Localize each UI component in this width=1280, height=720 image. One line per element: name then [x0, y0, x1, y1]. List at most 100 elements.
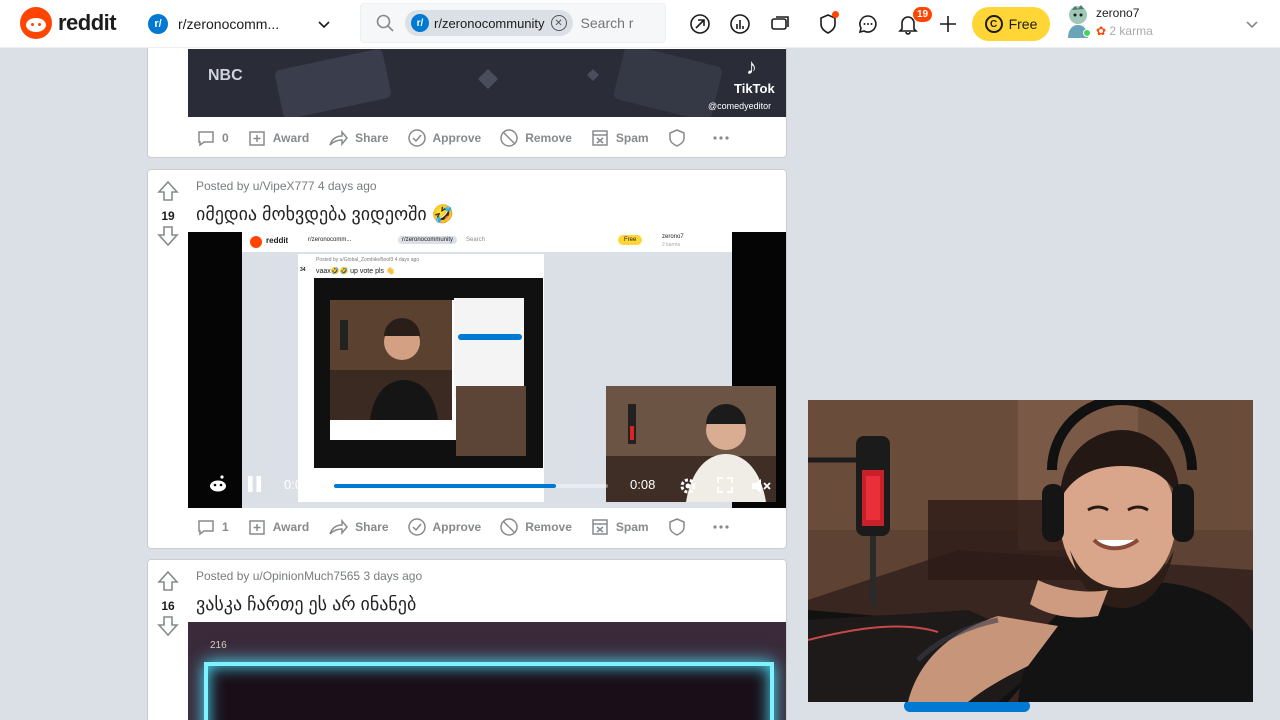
reddit-home-link[interactable]: reddit	[20, 7, 117, 39]
spam-label: Spam	[615, 520, 649, 534]
post-video-thumbnail[interactable]: NBC ♪ TikTok @comedyeditor	[188, 49, 786, 117]
video-duration: 0:08	[630, 477, 656, 492]
video-progress-bar[interactable]	[334, 484, 608, 488]
karma-count: ✿ 2 karma	[1096, 24, 1153, 38]
comment-icon	[198, 131, 214, 147]
post-actions: 1 Award Share Approve Remove Spam	[196, 511, 755, 543]
spam-icon	[592, 519, 608, 535]
more-dots-icon	[712, 525, 729, 529]
approve-button[interactable]: Approve	[407, 128, 481, 148]
video-current-time: 0:06	[284, 477, 310, 492]
free-premium-button[interactable]: C Free	[972, 7, 1050, 41]
award-button[interactable]: Award	[247, 128, 309, 148]
create-post-plus-icon[interactable]	[936, 12, 960, 36]
search-bar[interactable]: r/ r/zeronocommunity ✕	[360, 3, 666, 43]
post-title[interactable]: იმედია მოხვდება ვიდეოში 🤣	[196, 204, 454, 225]
upvote-arrow-icon[interactable]	[156, 180, 180, 202]
karma-label: 2 karma	[1109, 24, 1153, 38]
more-dots-icon	[712, 136, 729, 140]
video-background-graphic	[275, 49, 723, 117]
volume-muted-icon[interactable]	[750, 476, 772, 496]
embedded-post-title: vaax🤣🤣 up vote pls 👋	[316, 268, 395, 275]
spam-label: Spam	[615, 131, 649, 145]
comments-button[interactable]: 1	[196, 517, 229, 537]
spam-icon	[592, 130, 608, 146]
remove-button[interactable]: Remove	[499, 517, 572, 537]
mod-tools-button[interactable]	[667, 128, 693, 148]
notification-count-badge: 19	[913, 7, 933, 22]
embedded-search: Search	[466, 237, 486, 243]
all-chart-icon[interactable]	[728, 12, 752, 36]
community-name: r/zeronocomm...	[178, 16, 280, 32]
share-arrow-icon	[329, 518, 349, 536]
approve-check-icon	[407, 518, 426, 536]
more-options-button[interactable]	[711, 128, 737, 148]
embedded-username: zerono7	[662, 234, 684, 240]
share-button[interactable]: Share	[327, 128, 389, 148]
vote-column: 16	[156, 570, 180, 642]
reddit-wordmark: reddit	[58, 10, 117, 35]
share-label: Share	[355, 131, 389, 145]
coins-icon[interactable]	[768, 12, 792, 36]
spam-button[interactable]: Spam	[590, 128, 649, 148]
vote-column: 19	[156, 180, 180, 252]
award-label: Award	[272, 520, 310, 534]
comment-count: 1	[222, 520, 229, 534]
share-label: Share	[355, 520, 389, 534]
streamer-webcam-overlay	[808, 400, 1253, 702]
embedded-logo-text: reddit	[266, 236, 289, 245]
tiktok-logo-icon: ♪	[746, 54, 757, 79]
embedded-screen-recording: reddit r/zeronocomm... r/zeronocommunity…	[242, 232, 776, 508]
post-video-thumbnail[interactable]: 216	[188, 622, 786, 720]
chat-icon[interactable]	[856, 12, 880, 36]
community-switcher[interactable]: r/ r/zeronocomm...	[140, 8, 340, 40]
search-input[interactable]	[580, 15, 641, 31]
search-icon	[376, 14, 394, 32]
user-menu[interactable]: zerono7 ✿ 2 karma	[1064, 4, 1264, 44]
award-button[interactable]: Award	[247, 517, 309, 537]
remove-label: Remove	[525, 520, 572, 534]
chevron-down-icon	[318, 21, 330, 29]
post-meta[interactable]: Posted by u/OpinionMuch7565 3 days ago	[196, 569, 422, 583]
share-button[interactable]: Share	[327, 517, 389, 537]
award-label: Award	[272, 131, 310, 145]
settings-gear-icon[interactable]	[678, 476, 698, 496]
post-video-player[interactable]: reddit r/zeronocomm... r/zeronocommunity…	[188, 232, 786, 508]
post-meta[interactable]: Posted by u/VipeX777 4 days ago	[196, 179, 377, 193]
pause-icon[interactable]	[246, 474, 264, 494]
mod-tools-button[interactable]	[667, 517, 693, 537]
chevron-down-icon	[1246, 21, 1258, 29]
tiktok-watermark: TikTok	[734, 81, 775, 96]
downvote-arrow-icon[interactable]	[156, 225, 180, 247]
online-status-dot	[1083, 29, 1091, 37]
spam-button[interactable]: Spam	[590, 517, 649, 537]
embedded-post-score: 34	[300, 267, 306, 273]
remove-button[interactable]: Remove	[499, 128, 572, 148]
search-chip-label: r/zeronocommunity	[434, 15, 545, 31]
popular-arrow-icon[interactable]	[688, 12, 712, 36]
clear-chip-icon[interactable]: ✕	[550, 15, 567, 31]
post-card: 19 Posted by u/VipeX777 4 days ago იმედი…	[147, 169, 787, 549]
video-glow-frame	[204, 662, 774, 720]
more-options-button[interactable]	[711, 517, 737, 537]
remove-ban-icon	[500, 518, 518, 536]
top-navigation-bar: reddit r/ r/zeronocomm... r/ r/zeronocom…	[0, 0, 1280, 48]
upvote-arrow-icon[interactable]	[156, 570, 180, 592]
fullscreen-icon[interactable]	[716, 476, 734, 494]
post-title[interactable]: ვასკა ჩართე ეს არ ინანებ	[196, 594, 416, 615]
post-actions: 0 Award Share Approve Remove Spam	[196, 122, 755, 154]
comments-button[interactable]: 0	[196, 128, 229, 148]
approve-label: Approve	[432, 520, 482, 534]
comment-count: 0	[222, 131, 229, 145]
embedded-create-button	[458, 334, 522, 340]
post-card: NBC ♪ TikTok @comedyeditor 0 Award Share…	[147, 36, 787, 158]
remove-ban-icon	[500, 129, 518, 147]
free-label: Free	[1008, 16, 1038, 32]
community-icon: r/	[411, 14, 429, 32]
post-card: 16 Posted by u/OpinionMuch7565 3 days ag…	[147, 559, 787, 720]
reddit-logo-icon	[20, 7, 52, 39]
reddit-logo-icon	[250, 236, 262, 248]
embedded-search-chip: r/zeronocommunity	[398, 236, 458, 244]
approve-button[interactable]: Approve	[407, 517, 482, 537]
downvote-arrow-icon[interactable]	[156, 615, 180, 637]
